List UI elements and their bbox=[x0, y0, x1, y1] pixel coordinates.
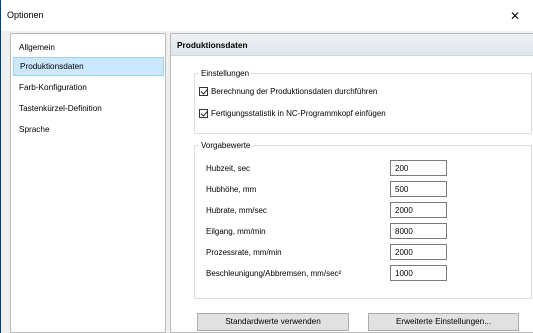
sidebar-item-farb-konfiguration[interactable]: Farb-Konfiguration bbox=[13, 78, 164, 97]
panel-title: Produktionsdaten bbox=[171, 34, 533, 56]
field-row-eilgang: Eilgang, mm/min bbox=[206, 223, 456, 240]
settings-panel: Produktionsdaten Einstellungen Berechnun… bbox=[170, 33, 533, 333]
sidebar-item-produktionsdaten[interactable]: Produktionsdaten bbox=[13, 57, 164, 76]
checkbox-label: Berechnung der Produktionsdaten durchfüh… bbox=[211, 86, 378, 96]
field-label: Hubhöhe, mm bbox=[206, 185, 257, 194]
field-label: Hubzeit, sec bbox=[206, 164, 251, 173]
checkbox-checked-icon[interactable] bbox=[199, 108, 208, 118]
window-title: Optionen bbox=[7, 10, 44, 20]
options-category-list: Allgemein Produktionsdaten Farb-Konfigur… bbox=[10, 33, 166, 333]
sidebar-item-allgemein[interactable]: Allgemein bbox=[13, 38, 164, 57]
close-icon: ✕ bbox=[509, 8, 521, 23]
field-label: Eilgang, mm/min bbox=[206, 227, 266, 236]
sidebar-item-label: Tastenkürzel-Definition bbox=[19, 104, 102, 113]
defaults-group: Vorgabewerte Hubzeit, sec Hubhöhe, mm Hu… bbox=[194, 140, 532, 299]
checkbox-checked-icon[interactable] bbox=[199, 86, 208, 96]
field-label: Beschleunigung/Abbremsen, mm/sec² bbox=[206, 269, 342, 278]
hubzeit-input[interactable] bbox=[390, 160, 447, 176]
field-row-prozessrate: Prozessrate, mm/min bbox=[206, 244, 456, 261]
field-row-beschleunigung: Beschleunigung/Abbremsen, mm/sec² bbox=[206, 265, 456, 282]
checkbox-label: Fertigungsstatistik in NC-Programmkopf e… bbox=[211, 108, 386, 118]
advanced-settings-button[interactable]: Erweiterte Einstellungen... bbox=[368, 313, 519, 331]
use-defaults-button[interactable]: Standardwerte verwenden bbox=[197, 313, 349, 331]
eilgang-input[interactable] bbox=[390, 223, 447, 239]
field-row-hubzeit: Hubzeit, sec bbox=[206, 160, 456, 177]
sidebar-item-label: Sprache bbox=[19, 125, 50, 134]
beschleunigung-input[interactable] bbox=[390, 265, 447, 281]
close-button[interactable]: ✕ bbox=[496, 0, 533, 31]
sidebar-item-tastenkuerzel[interactable]: Tastenkürzel-Definition bbox=[13, 99, 164, 118]
hubrate-input[interactable] bbox=[390, 202, 447, 218]
field-label: Hubrate, mm/sec bbox=[206, 206, 267, 215]
sidebar-item-label: Allgemein bbox=[19, 43, 55, 52]
settings-group-legend: Einstellungen bbox=[199, 68, 252, 79]
title-bar: Optionen ✕ bbox=[1, 0, 533, 31]
prozessrate-input[interactable] bbox=[390, 244, 447, 260]
sidebar-item-sprache[interactable]: Sprache bbox=[13, 120, 164, 139]
field-label: Prozessrate, mm/min bbox=[206, 248, 282, 257]
hubhoehe-input[interactable] bbox=[390, 181, 447, 197]
checkbox-row-fertigungsstatistik[interactable]: Fertigungsstatistik in NC-Programmkopf e… bbox=[199, 107, 386, 119]
settings-group: Einstellungen Berechnung der Produktions… bbox=[194, 68, 532, 134]
defaults-group-legend: Vorgabewerte bbox=[199, 140, 253, 151]
checkbox-row-berechnung[interactable]: Berechnung der Produktionsdaten durchfüh… bbox=[199, 85, 377, 97]
field-row-hubrate: Hubrate, mm/sec bbox=[206, 202, 456, 219]
sidebar-item-label: Produktionsdaten bbox=[20, 62, 84, 71]
field-row-hubhoehe: Hubhöhe, mm bbox=[206, 181, 456, 198]
sidebar-item-label: Farb-Konfiguration bbox=[19, 83, 87, 92]
options-dialog: Optionen ✕ Allgemein Produktionsdaten Fa… bbox=[0, 0, 533, 333]
